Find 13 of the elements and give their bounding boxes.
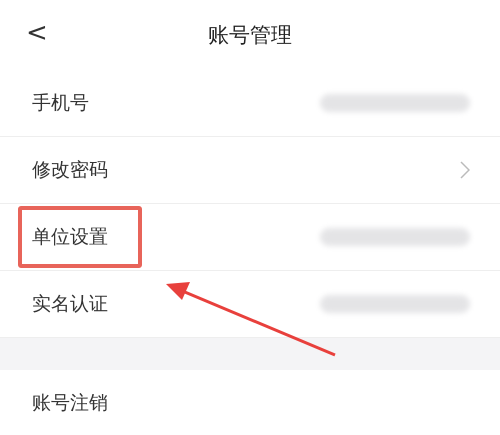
row-label: 手机号	[31, 91, 90, 116]
settings-row[interactable]: 账号注销	[0, 370, 500, 435]
settings-row[interactable]: 手机号	[0, 70, 500, 137]
settings-row[interactable]: 单位设置	[0, 204, 500, 271]
settings-row[interactable]: 修改密码	[0, 137, 500, 204]
row-label: 实名认证	[31, 292, 109, 317]
page-title: 账号管理	[208, 22, 292, 49]
row-label: 账号注销	[31, 391, 109, 416]
row-label: 单位设置	[18, 206, 142, 268]
settings-row[interactable]: 实名认证	[0, 271, 500, 338]
row-label: 修改密码	[31, 158, 109, 183]
back-button[interactable]: <	[26, 18, 48, 48]
chevron-icon	[460, 161, 470, 179]
